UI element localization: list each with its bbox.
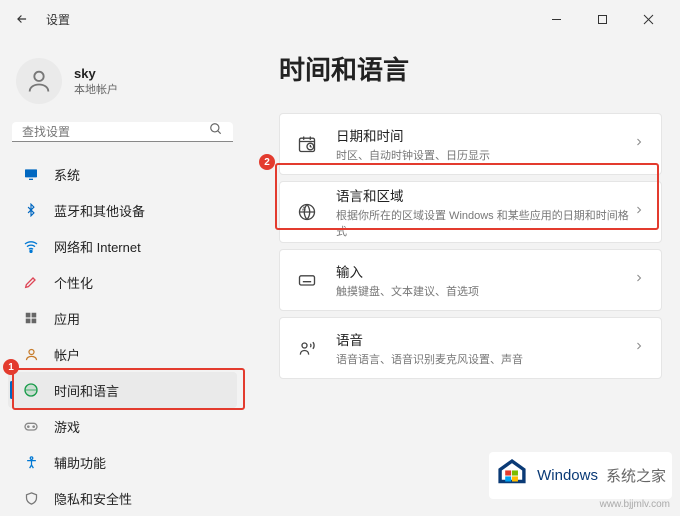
language-region-icon: A: [296, 201, 318, 223]
sidebar-item-system[interactable]: 系统: [8, 156, 237, 192]
user-name: sky: [74, 66, 118, 81]
user-block[interactable]: sky 本地帐户: [8, 46, 237, 122]
card-title: 日期和时间: [336, 125, 633, 145]
apps-icon: [22, 311, 40, 325]
chevron-right-icon: [633, 135, 645, 153]
sidebar-item-bluetooth[interactable]: 蓝牙和其他设备: [8, 192, 237, 228]
card-speech[interactable]: 语音 语音语言、语音识别麦克风设置、声音: [279, 317, 662, 379]
sidebar-item-label: 系统: [54, 165, 80, 184]
watermark-url: www.bjjmlv.com: [600, 499, 670, 510]
sidebar-item-label: 蓝牙和其他设备: [54, 201, 145, 220]
minimize-button[interactable]: [542, 5, 570, 33]
back-button[interactable]: [8, 5, 36, 33]
accounts-icon: [22, 347, 40, 362]
sidebar-item-label: 个性化: [54, 273, 93, 292]
watermark-suffix: 系统之家: [606, 465, 666, 486]
svg-text:A: A: [302, 206, 306, 212]
privacy-icon: [22, 491, 40, 506]
user-subtitle: 本地帐户: [74, 81, 118, 97]
sidebar-item-time-language[interactable]: 时间和语言: [8, 372, 237, 408]
personalization-icon: [22, 274, 40, 290]
sidebar-item-gaming[interactable]: 游戏: [8, 408, 237, 444]
sidebar-item-label: 时间和语言: [54, 381, 119, 400]
annotation-badge-2: 2: [259, 154, 275, 170]
card-typing[interactable]: 输入 触摸键盘、文本建议、首选项: [279, 249, 662, 311]
sidebar-item-network[interactable]: 网络和 Internet: [8, 228, 237, 264]
chevron-right-icon: [633, 339, 645, 357]
sidebar-item-label: 隐私和安全性: [54, 489, 132, 508]
main-panel: 时间和语言 日期和时间 时区、自动时钟设置、日历显示 A 语言和区域 根据你所在…: [245, 38, 680, 509]
avatar: [16, 58, 62, 104]
keyboard-icon: [296, 269, 318, 291]
card-date-time[interactable]: 日期和时间 时区、自动时钟设置、日历显示: [279, 113, 662, 175]
chevron-right-icon: [633, 203, 645, 221]
sidebar: sky 本地帐户 系统 蓝牙和其他设备 网络和 Internet: [0, 38, 245, 509]
sidebar-item-accessibility[interactable]: 辅助功能: [8, 444, 237, 480]
card-title: 输入: [336, 261, 633, 281]
speech-icon: [296, 337, 318, 359]
close-button[interactable]: [634, 5, 662, 33]
sidebar-item-label: 应用: [54, 309, 80, 328]
search-field[interactable]: [22, 125, 209, 139]
nav-list: 系统 蓝牙和其他设备 网络和 Internet 个性化 应用 帐户: [8, 156, 237, 516]
card-subtitle: 触摸键盘、文本建议、首选项: [336, 283, 633, 299]
accessibility-icon: [22, 455, 40, 470]
card-title: 语言和区域: [336, 185, 633, 205]
date-time-icon: [296, 133, 318, 155]
sidebar-item-label: 游戏: [54, 417, 80, 436]
sidebar-item-personalization[interactable]: 个性化: [8, 264, 237, 300]
card-subtitle: 语音语言、语音识别麦克风设置、声音: [336, 351, 633, 367]
watermark: Windows 系统之家: [489, 452, 672, 499]
gaming-icon: [22, 418, 40, 434]
card-title: 语音: [336, 329, 633, 349]
page-title: 时间和语言: [279, 50, 662, 87]
card-language-region[interactable]: A 语言和区域 根据你所在的区域设置 Windows 和某些应用的日期和时间格式: [279, 181, 662, 243]
annotation-badge-1: 1: [3, 359, 19, 375]
sidebar-item-label: 辅助功能: [54, 453, 106, 472]
bluetooth-icon: [22, 203, 40, 217]
network-icon: [22, 238, 40, 254]
sidebar-item-privacy[interactable]: 隐私和安全性: [8, 480, 237, 516]
windows-logo-icon: [495, 456, 529, 495]
card-subtitle: 根据你所在的区域设置 Windows 和某些应用的日期和时间格式: [336, 207, 633, 239]
sidebar-item-label: 帐户: [54, 345, 80, 364]
search-input[interactable]: [12, 122, 233, 142]
system-icon: [22, 166, 40, 182]
maximize-button[interactable]: [588, 5, 616, 33]
sidebar-item-accounts[interactable]: 帐户: [8, 336, 237, 372]
chevron-right-icon: [633, 271, 645, 289]
time-language-icon: [22, 382, 40, 398]
watermark-brand: Windows: [537, 467, 598, 484]
card-subtitle: 时区、自动时钟设置、日历显示: [336, 147, 633, 163]
search-icon: [209, 122, 223, 141]
app-title: 设置: [46, 11, 70, 28]
sidebar-item-label: 网络和 Internet: [54, 237, 141, 256]
sidebar-item-apps[interactable]: 应用: [8, 300, 237, 336]
